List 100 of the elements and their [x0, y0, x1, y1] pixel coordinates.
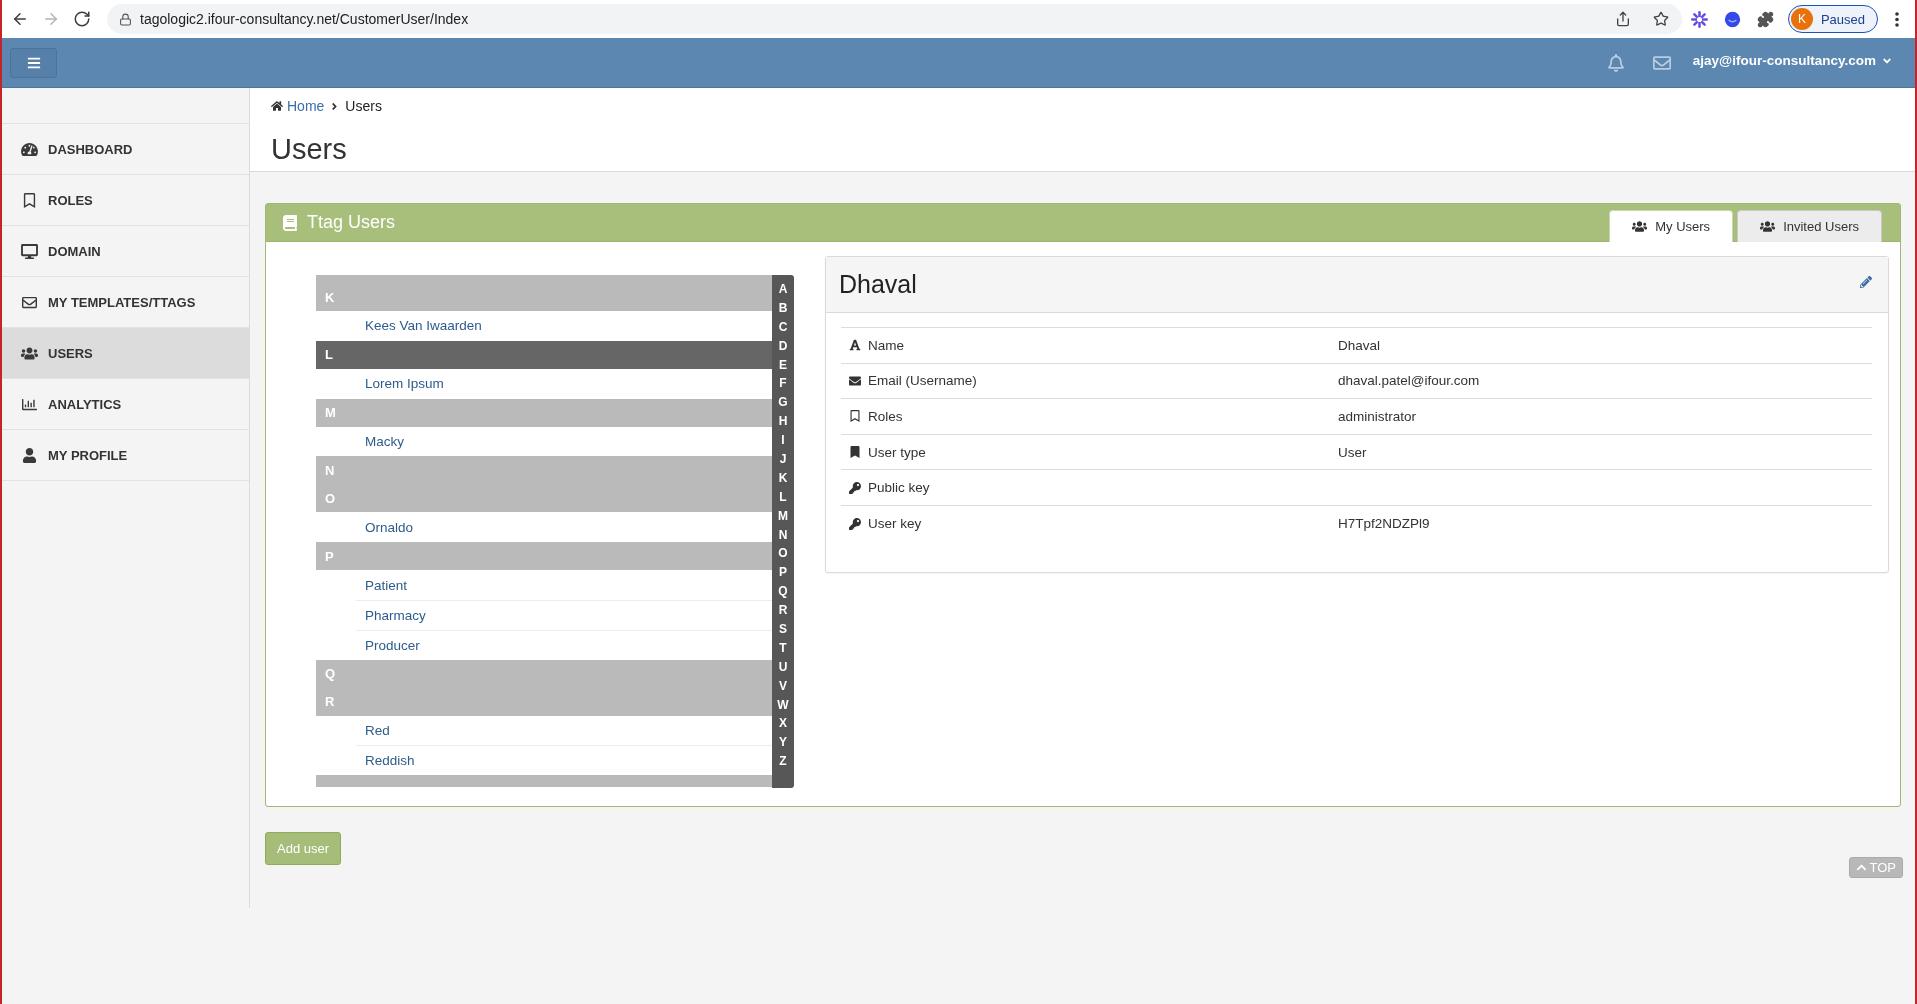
- breadcrumb-link[interactable]: Home: [271, 98, 325, 114]
- users-icon: [1632, 220, 1648, 233]
- menu-button[interactable]: [10, 47, 57, 78]
- user-link[interactable]: Macky: [365, 434, 404, 449]
- field-label: Email (Username): [868, 373, 977, 389]
- field-value: H7Tpf2NDZPl9: [1338, 505, 1872, 542]
- index-letter[interactable]: R: [778, 601, 788, 621]
- profile-button[interactable]: K Paused: [1787, 5, 1878, 33]
- sidebar-item[interactable]: USERS: [2, 328, 249, 379]
- home-icon: [271, 100, 283, 112]
- key-icon: [849, 517, 861, 530]
- reload-icon: [73, 10, 91, 28]
- address-bar[interactable]: tagologic2.ifour-consultancy.net/CustomerUser/Index: [107, 4, 1682, 34]
- user-icon: [21, 447, 38, 463]
- puzzle-icon: [1757, 10, 1775, 28]
- user-link[interactable]: Reddish: [365, 753, 415, 769]
- bookmark-icon: [849, 446, 861, 459]
- bell-icon: [1606, 53, 1625, 72]
- breadcrumb-current: Users: [345, 98, 382, 114]
- bar-chart-icon: [21, 396, 38, 412]
- index-letter[interactable]: X: [779, 714, 787, 734]
- letter-header: M: [316, 398, 772, 427]
- key-icon: [849, 481, 861, 494]
- index-letter[interactable]: C: [778, 317, 788, 337]
- index-letter[interactable]: L: [779, 487, 787, 507]
- user-link[interactable]: Ornaldo: [365, 519, 414, 535]
- tab[interactable]: My Users: [1609, 210, 1734, 242]
- index-letter[interactable]: Q: [778, 582, 788, 602]
- sidebar-item[interactable]: ANALYTICS: [2, 379, 249, 430]
- letter-header: Q: [316, 659, 772, 688]
- letter-icon: [849, 339, 861, 352]
- index-letter[interactable]: Z: [779, 752, 787, 772]
- field-value: User: [1338, 434, 1872, 470]
- index-letter[interactable]: K: [778, 468, 788, 488]
- book-icon: [282, 214, 298, 231]
- users-icon: [21, 345, 38, 361]
- index-letter[interactable]: M: [778, 506, 788, 526]
- smile-circle-icon: [1724, 10, 1742, 28]
- user-link[interactable]: Red: [365, 722, 390, 738]
- envelope-icon: [849, 374, 861, 387]
- sidebar-item[interactable]: DASHBOARD: [2, 124, 249, 175]
- field-value: administrator: [1338, 398, 1872, 435]
- index-letter[interactable]: S: [779, 620, 787, 639]
- bookmark-icon: [21, 192, 38, 208]
- field-label: Roles: [868, 409, 903, 424]
- letter-header: N: [316, 456, 772, 485]
- user-link[interactable]: Patient: [365, 577, 408, 593]
- sidebar-item[interactable]: DOMAIN: [2, 226, 249, 277]
- index-letter[interactable]: V: [779, 676, 787, 696]
- arrow-right-icon: [42, 10, 60, 28]
- user-link[interactable]: Kees Van Iwaarden: [365, 318, 482, 334]
- menu-icon: [26, 55, 41, 70]
- index-letter[interactable]: N: [778, 525, 788, 545]
- gauge-icon: [21, 141, 38, 157]
- index-letter[interactable]: P: [779, 563, 787, 583]
- letter-header: O: [316, 484, 772, 513]
- index-letter[interactable]: J: [779, 450, 787, 469]
- index-letter[interactable]: H: [778, 412, 788, 432]
- star-icon: [1652, 11, 1669, 27]
- user-link[interactable]: Lorem Ipsum: [365, 376, 444, 392]
- index-letter[interactable]: O: [778, 544, 788, 564]
- index-letter[interactable]: G: [778, 393, 788, 413]
- sidebar-item[interactable]: ROLES: [2, 175, 249, 226]
- index-letter[interactable]: B: [778, 298, 788, 318]
- field-value: dhaval.patel@ifour.com: [1338, 363, 1872, 399]
- field-label: User type: [868, 444, 926, 460]
- monitor-icon: [21, 243, 38, 259]
- pencil-icon: [1860, 276, 1872, 288]
- users-icon: [1760, 220, 1776, 233]
- index-letter[interactable]: D: [778, 336, 788, 356]
- index-letter[interactable]: A: [778, 280, 788, 299]
- index-letter[interactable]: I: [781, 431, 785, 450]
- index-letter[interactable]: F: [779, 374, 787, 394]
- letter-header: K: [316, 283, 772, 311]
- user-link[interactable]: Producer: [365, 637, 420, 653]
- user-name: Dhaval: [839, 270, 917, 299]
- field-label: Name: [868, 337, 904, 353]
- user-link[interactable]: Pharmacy: [365, 607, 426, 623]
- page-title: Users: [271, 132, 348, 167]
- edit-button[interactable]: [1860, 276, 1872, 288]
- flower-icon: [1691, 10, 1709, 28]
- sidebar-item[interactable]: MY PROFILE: [2, 430, 249, 481]
- index-letter[interactable]: Y: [779, 733, 787, 753]
- index-letter[interactable]: W: [777, 695, 789, 715]
- envelope-icon: [1652, 53, 1671, 72]
- user-menu[interactable]: ajay@ifour-consultancy.com: [1692, 53, 1893, 68]
- envelope-icon: [21, 294, 38, 310]
- letter-header: P: [316, 542, 772, 571]
- chevron-up-icon: [1855, 862, 1867, 873]
- avatar: K: [1790, 8, 1813, 30]
- index-letter[interactable]: T: [779, 638, 787, 658]
- more-icon: [1895, 11, 1899, 27]
- field-label: User key: [868, 516, 922, 531]
- field-value: Dhaval: [1338, 327, 1872, 364]
- tab[interactable]: Invited Users: [1737, 210, 1882, 242]
- url-text: tagologic2.ifour-consultancy.net/CustomerUser/Index: [140, 11, 470, 27]
- index-letter[interactable]: E: [779, 355, 787, 375]
- letter-header: R: [316, 687, 772, 716]
- index-letter[interactable]: U: [778, 657, 788, 677]
- share-icon: [1614, 11, 1631, 27]
